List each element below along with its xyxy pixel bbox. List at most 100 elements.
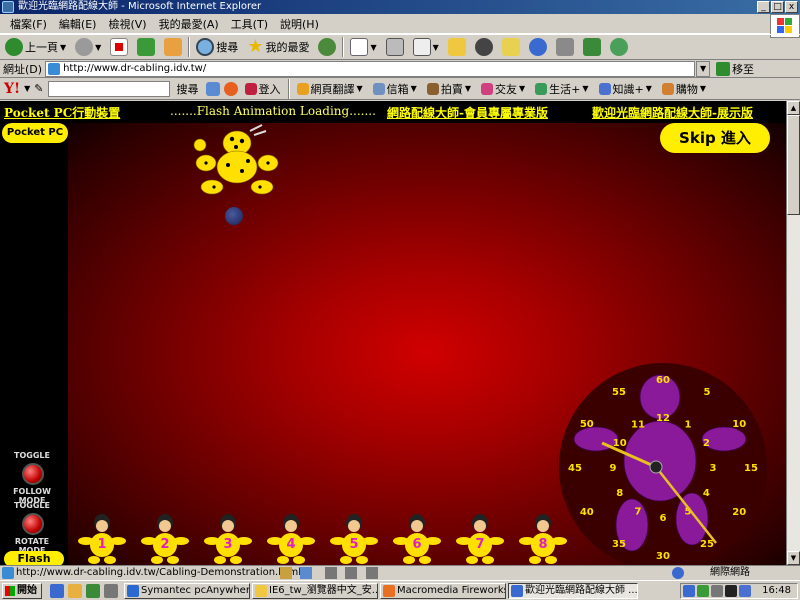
vertical-scrollbar[interactable]: ▲ ▼ xyxy=(786,101,800,565)
search-button[interactable]: 搜尋 xyxy=(193,36,241,58)
task-pcanywhere[interactable]: Symantec pcAnywhere xyxy=(124,583,250,599)
edit-dropdown-icon[interactable]: ▼ xyxy=(433,43,439,52)
tray-network-icon[interactable] xyxy=(683,585,695,597)
dropdown-icon[interactable]: ▼ xyxy=(411,84,417,93)
pencil-icon[interactable]: ✎ xyxy=(34,82,43,95)
tray-display-icon[interactable] xyxy=(725,585,737,597)
ime-pen-icon[interactable] xyxy=(325,567,337,579)
dropdown-icon[interactable]: ▼ xyxy=(519,84,525,93)
print-button[interactable] xyxy=(383,36,407,58)
doll-number: 4 xyxy=(286,537,296,552)
red-knob-icon xyxy=(22,463,44,485)
menu-edit[interactable]: 編輯(E) xyxy=(53,16,103,32)
menu-favorites[interactable]: 我的最愛(A) xyxy=(153,16,225,32)
favorites-button[interactable]: ★ 我的最愛 xyxy=(244,36,312,58)
ime-keyboard-icon[interactable] xyxy=(300,567,312,579)
tray-antivirus-icon[interactable] xyxy=(697,585,709,597)
task-ie-active[interactable]: 歡迎光臨網路配線大師 ... xyxy=(508,583,638,599)
scroll-down-icon[interactable]: ▼ xyxy=(787,551,800,565)
taskbar-clock[interactable]: 16:48 xyxy=(762,585,791,596)
start-button[interactable]: 開始 xyxy=(2,583,42,599)
member-edition-link[interactable]: 網路配線大師-會員專屬專業版 xyxy=(387,104,548,121)
tray-status-icon[interactable] xyxy=(711,585,723,597)
yahoo-knowledge-button[interactable]: 知識+ ▼ xyxy=(596,78,655,100)
address-input[interactable]: http://www.dr-cabling.idv.tw/ xyxy=(45,60,696,77)
yahoo-translate-button[interactable]: 網頁翻譯 ▼ xyxy=(294,78,366,100)
toolbar-extension-button[interactable] xyxy=(526,36,550,58)
yahoo-window-icon[interactable] xyxy=(205,81,220,96)
ime-help-icon[interactable] xyxy=(366,567,378,579)
menu-file[interactable]: 檔案(F) xyxy=(4,16,53,32)
yahoo-auction-button[interactable]: 拍賣 ▼ xyxy=(424,78,474,100)
doll-button[interactable]: 1 xyxy=(78,513,126,565)
toggle-follow-mode-button[interactable]: TOGGLE FOLLOW MODE xyxy=(4,449,60,505)
pocketpc-link[interactable]: Pocket PC行動裝置 xyxy=(4,104,120,121)
dropdown-icon[interactable]: ▼ xyxy=(357,84,363,93)
yahoo-search-button[interactable]: 搜尋 xyxy=(174,78,202,100)
yahoo-life-button[interactable]: 生活+ ▼ xyxy=(532,78,591,100)
demo-edition-link[interactable]: 歡迎光臨網路配線大師-展示版 xyxy=(592,104,753,121)
doll-button[interactable]: 3 xyxy=(204,513,252,565)
quicklaunch-media-icon[interactable] xyxy=(104,584,118,598)
dropdown-icon[interactable]: ▼ xyxy=(582,84,588,93)
doll-button[interactable]: 7 xyxy=(456,513,504,565)
toggle-rotate-mode-button[interactable]: TOGGLE ROTATE MODE xyxy=(4,499,60,555)
maximize-button[interactable]: □ xyxy=(771,1,784,13)
yahoo-logo[interactable]: Y! xyxy=(4,81,20,97)
ime-tool-icon[interactable] xyxy=(345,567,357,579)
forward-button[interactable]: ▼ xyxy=(72,36,104,58)
doll-button[interactable]: 5 xyxy=(330,513,378,565)
quicklaunch-desktop-icon[interactable] xyxy=(86,584,100,598)
yahoo-search-input[interactable] xyxy=(47,80,170,97)
toolbar-extension-button[interactable] xyxy=(499,36,523,58)
yahoo-dropdown-icon[interactable]: ▼ xyxy=(24,84,30,93)
minimize-button[interactable]: _ xyxy=(757,1,770,13)
toolbar-extension-button[interactable] xyxy=(607,36,631,58)
yahoo-login-button[interactable]: 登入 xyxy=(242,78,284,100)
yahoo-plus-icon[interactable] xyxy=(223,81,238,96)
task-folder[interactable]: IE6_tw_瀏覽器中文_安... xyxy=(252,583,378,599)
folder-button[interactable] xyxy=(445,36,469,58)
title-bar[interactable]: 歡迎光臨網路配線大師 - Microsoft Internet Explorer… xyxy=(0,0,800,14)
flash-button[interactable]: Flash xyxy=(4,551,64,565)
media-button[interactable] xyxy=(315,36,339,58)
scroll-up-icon[interactable]: ▲ xyxy=(787,101,800,115)
menu-tools[interactable]: 工具(T) xyxy=(225,16,274,32)
yahoo-mail-button[interactable]: 信箱 ▼ xyxy=(370,78,420,100)
back-dropdown-icon[interactable]: ▼ xyxy=(60,43,66,52)
doll-button[interactable]: 8 xyxy=(519,513,567,565)
doll-button[interactable]: 6 xyxy=(393,513,441,565)
dropdown-icon[interactable]: ▼ xyxy=(646,84,652,93)
yahoo-shopping-button[interactable]: 購物 ▼ xyxy=(659,78,709,100)
back-button[interactable]: 上一頁 ▼ xyxy=(2,36,69,58)
mail-dropdown-icon[interactable]: ▼ xyxy=(370,43,376,52)
menu-help[interactable]: 說明(H) xyxy=(274,16,325,32)
mail-button[interactable]: ▼ xyxy=(347,36,379,58)
address-dropdown-icon[interactable]: ▼ xyxy=(696,60,711,77)
home-button[interactable] xyxy=(161,36,185,58)
dropdown-icon[interactable]: ▼ xyxy=(700,84,706,93)
edit-button[interactable]: ▼ xyxy=(410,36,442,58)
go-button[interactable]: 移至 xyxy=(716,61,754,77)
toolbar-extension-button[interactable] xyxy=(472,36,496,58)
forward-dropdown-icon[interactable]: ▼ xyxy=(95,43,101,52)
yahoo-dating-button[interactable]: 交友 ▼ xyxy=(478,78,528,100)
close-button[interactable]: x xyxy=(785,1,798,13)
doll-button[interactable]: 4 xyxy=(267,513,315,565)
ime-ch-icon[interactable] xyxy=(280,567,292,579)
pocketpc-button[interactable]: Pocket PC xyxy=(2,123,68,143)
quicklaunch-outlook-icon[interactable] xyxy=(68,584,82,598)
clock-inner-number: 2 xyxy=(703,438,710,449)
toolbar-extension-button[interactable] xyxy=(553,36,577,58)
stop-button[interactable] xyxy=(107,36,131,58)
doll-button[interactable]: 2 xyxy=(141,513,189,565)
toolbar-extension-button[interactable] xyxy=(580,36,604,58)
scroll-thumb[interactable] xyxy=(787,115,800,215)
refresh-button[interactable] xyxy=(134,36,158,58)
menu-view[interactable]: 檢視(V) xyxy=(102,16,152,32)
tray-volume-icon[interactable] xyxy=(739,585,751,597)
skip-enter-button[interactable]: Skip 進入 xyxy=(660,123,770,153)
task-fireworks[interactable]: Macromedia Fireworks M... xyxy=(380,583,506,599)
dropdown-icon[interactable]: ▼ xyxy=(465,84,471,93)
quicklaunch-ie-icon[interactable] xyxy=(50,584,64,598)
